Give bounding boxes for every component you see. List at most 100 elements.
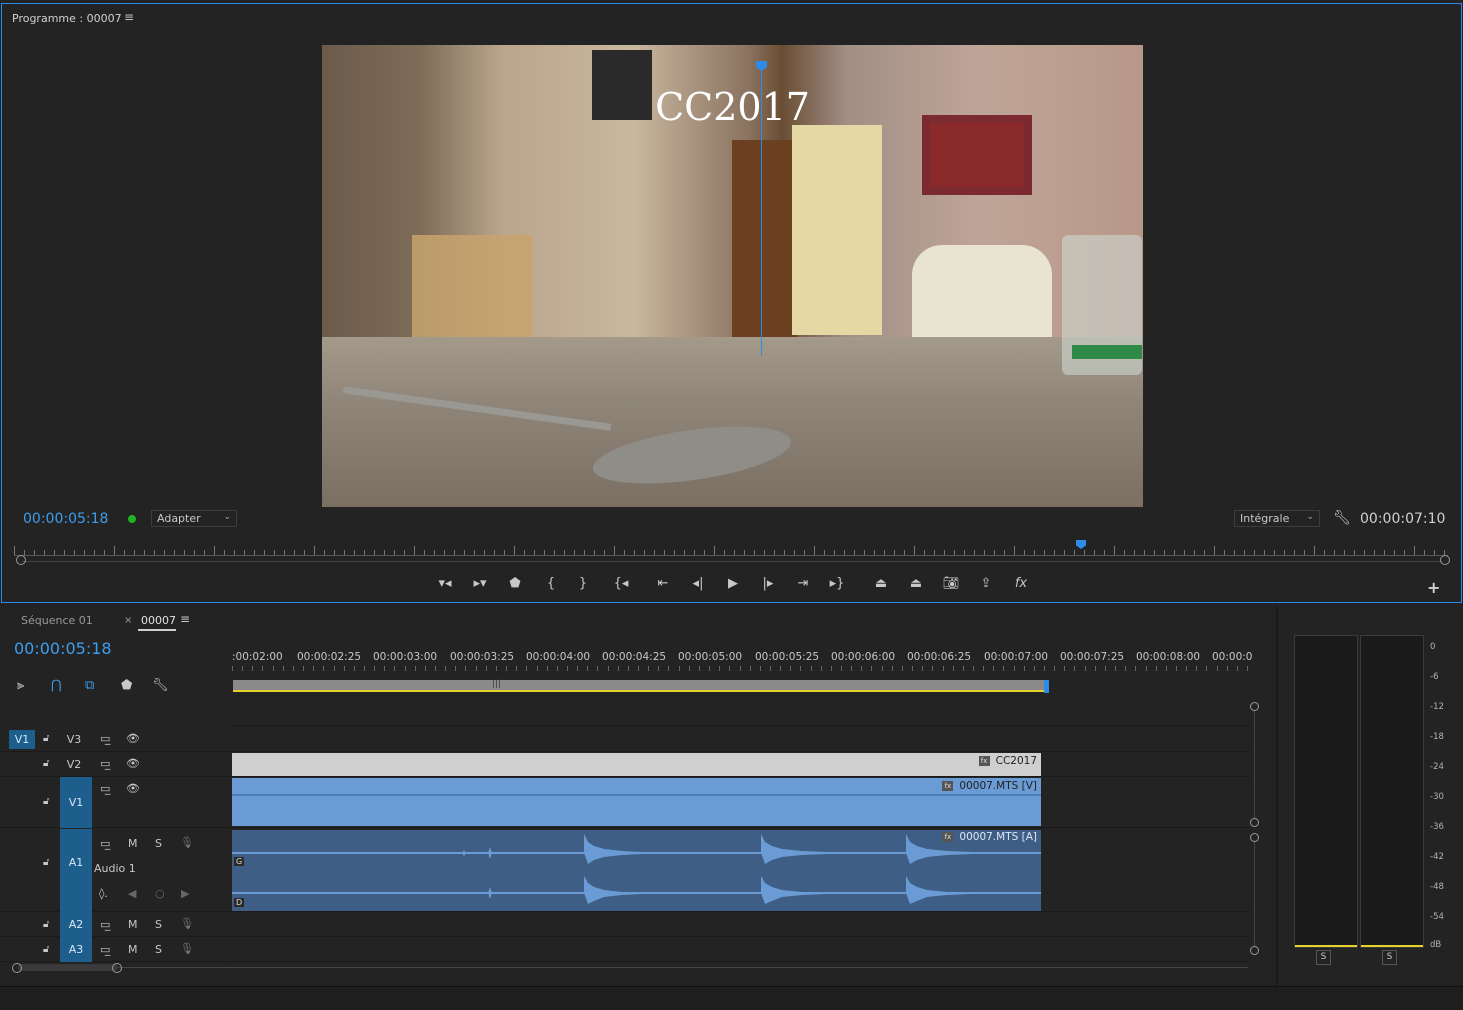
track-name-a3[interactable]: A3 [60, 937, 92, 962]
microphone-icon[interactable]: 🎙︎ [180, 917, 194, 930]
fx-icon[interactable]: fx [1010, 576, 1032, 591]
track-lane-v3[interactable] [232, 727, 1250, 752]
track-lane-v2[interactable]: fx CC2017 [232, 752, 1250, 777]
solo-button[interactable]: S [155, 918, 162, 931]
mute-button[interactable]: M [128, 837, 138, 850]
video-vertical-scrollbar[interactable] [1254, 711, 1255, 818]
meter-solo-left-button[interactable]: S [1316, 950, 1331, 965]
audio-clip[interactable]: fx 00007.MTS [A] G D [232, 830, 1041, 911]
lock-icon[interactable]: 🔓︎ [43, 796, 49, 807]
video-scroll-handle-top[interactable] [1250, 702, 1259, 711]
timeline-menu-icon[interactable]: ≡ [180, 612, 190, 626]
timeline-playhead-timecode[interactable]: 00:00:05:18 [14, 639, 112, 658]
keyframe-toggle-icon[interactable]: ◊. [99, 887, 108, 900]
video-clip[interactable]: fx 00007.MTS [V] [232, 778, 1041, 826]
video-clip-label: fx 00007.MTS [V] [942, 780, 1037, 792]
track-name-v2[interactable]: V2 [62, 755, 86, 774]
monitor-menu-icon[interactable]: ≡ [124, 10, 134, 24]
wrench-icon[interactable]: 🔧︎ [1333, 510, 1351, 526]
go-to-in-brace-icon[interactable]: { [540, 576, 562, 591]
snap-magnet-icon[interactable]: ⋂ [51, 678, 62, 693]
mute-button[interactable]: M [128, 943, 138, 956]
eye-icon[interactable]: 👁︎ [126, 757, 140, 770]
share-icon[interactable]: ⇪ [975, 576, 997, 591]
monitor-time-ruler[interactable] [14, 540, 1448, 556]
add-keyframe-icon[interactable]: ○ [155, 887, 165, 900]
work-area-bar[interactable] [233, 680, 1046, 692]
monitor-playhead-timecode[interactable]: 00:00:05:18 [23, 511, 108, 527]
mark-out-icon[interactable]: ▸▾ [469, 576, 491, 591]
lock-icon[interactable]: 🔓︎ [43, 944, 49, 955]
microphone-icon[interactable]: 🎙︎ [180, 942, 194, 955]
add-marker-icon[interactable]: ⬟ [121, 678, 132, 693]
track-lane-a1[interactable]: fx 00007.MTS [A] G D [232, 829, 1250, 912]
ruler-tick [504, 550, 505, 555]
next-edit-icon[interactable]: ⇥ [792, 576, 814, 591]
mute-button[interactable]: M [128, 918, 138, 931]
linked-selection-icon[interactable]: ⧉ [85, 678, 94, 693]
lock-icon[interactable]: 🔓︎ [43, 733, 49, 744]
timeline-zoom-thumb[interactable] [18, 964, 118, 971]
next-keyframe-icon[interactable]: ▶ [181, 887, 189, 900]
track-name-v3[interactable]: V3 [62, 730, 86, 749]
track-lane-a2[interactable] [232, 912, 1250, 937]
monitor-zoom-scrollbar[interactable] [22, 561, 1442, 562]
track-lane-a3[interactable] [232, 937, 1250, 962]
close-icon[interactable]: × [124, 615, 132, 626]
audio-vertical-scrollbar[interactable] [1254, 842, 1255, 946]
sync-lock-icon[interactable]: ▭̲ [100, 918, 110, 931]
solo-button[interactable]: S [155, 837, 162, 850]
meter-solo-right-button[interactable]: S [1382, 950, 1397, 965]
go-to-in-icon[interactable]: {◂ [610, 576, 632, 591]
sync-lock-icon[interactable]: ▭̲ [100, 732, 110, 745]
tab-00007[interactable]: 00007 [141, 614, 176, 627]
quality-select[interactable]: Intégrale ⌄ [1234, 510, 1320, 527]
play-icon[interactable]: ▶ [722, 576, 744, 591]
zoom-handle-left[interactable] [12, 963, 22, 973]
add-marker-icon[interactable]: ⬟ [504, 576, 526, 591]
timeline-time-ruler[interactable]: :00:02:00 00:00:02:25 00:00:03:00 00:00:… [232, 646, 1252, 676]
button-editor-add-button[interactable]: + [1427, 578, 1440, 597]
step-back-icon[interactable]: ◂| [687, 576, 709, 591]
previous-edit-icon[interactable]: ⇤ [652, 576, 674, 591]
timeline-zoom-scrollbar[interactable] [22, 967, 1248, 968]
insert-nest-icon[interactable]: ⫸ [17, 678, 24, 693]
work-area-grip-icon[interactable]: ||| [492, 679, 501, 689]
fit-select[interactable]: Adapter ⌄ [151, 510, 237, 527]
solo-button[interactable]: S [155, 943, 162, 956]
source-patch-v1[interactable]: V1 [9, 730, 35, 749]
audio-scroll-handle-top[interactable] [1250, 833, 1259, 842]
sync-lock-icon[interactable]: ▭̲ [100, 757, 110, 770]
track-name-v1[interactable]: V1 [60, 777, 92, 828]
work-area-end-handle[interactable] [1044, 680, 1049, 693]
lock-icon[interactable]: 🔓︎ [43, 758, 49, 769]
title-clip[interactable]: fx CC2017 [232, 753, 1041, 776]
go-to-out-icon[interactable]: ▸} [826, 576, 848, 591]
extract-icon[interactable]: ⏏ [905, 576, 927, 591]
lock-icon[interactable]: 🔓︎ [43, 857, 49, 868]
export-frame-camera-icon[interactable]: 📷︎ [940, 576, 962, 591]
zoom-handle-right[interactable] [1440, 555, 1450, 565]
audio-scroll-handle-bottom[interactable] [1250, 946, 1259, 955]
step-forward-icon[interactable]: |▸ [757, 576, 779, 591]
previous-keyframe-icon[interactable]: ◀ [128, 887, 136, 900]
lock-icon[interactable]: 🔓︎ [43, 919, 49, 930]
sync-lock-icon[interactable]: ▭̲ [100, 943, 110, 956]
ruler-tick [444, 550, 445, 555]
video-scroll-handle-bottom[interactable] [1250, 818, 1259, 827]
sync-lock-icon[interactable]: ▭̲ [100, 837, 110, 850]
tab-sequence-01[interactable]: Séquence 01 [21, 614, 93, 627]
zoom-handle-left[interactable] [16, 555, 26, 565]
mark-in-icon[interactable]: ▾◂ [434, 576, 456, 591]
zoom-handle-right[interactable] [112, 963, 122, 973]
track-lane-v1[interactable]: fx 00007.MTS [V] [232, 777, 1250, 828]
wrench-icon[interactable]: 🔧︎ [152, 678, 169, 693]
lift-icon[interactable]: ⏏ [870, 576, 892, 591]
microphone-icon[interactable]: 🎙︎ [180, 836, 194, 849]
eye-icon[interactable]: 👁︎ [126, 782, 140, 795]
sync-lock-icon[interactable]: ▭̲ [100, 782, 110, 795]
eye-icon[interactable]: 👁︎ [126, 732, 140, 745]
track-name-a2[interactable]: A2 [60, 912, 92, 937]
track-name-a1[interactable]: A1 [60, 829, 92, 912]
go-to-out-brace-icon[interactable]: } [572, 576, 594, 591]
